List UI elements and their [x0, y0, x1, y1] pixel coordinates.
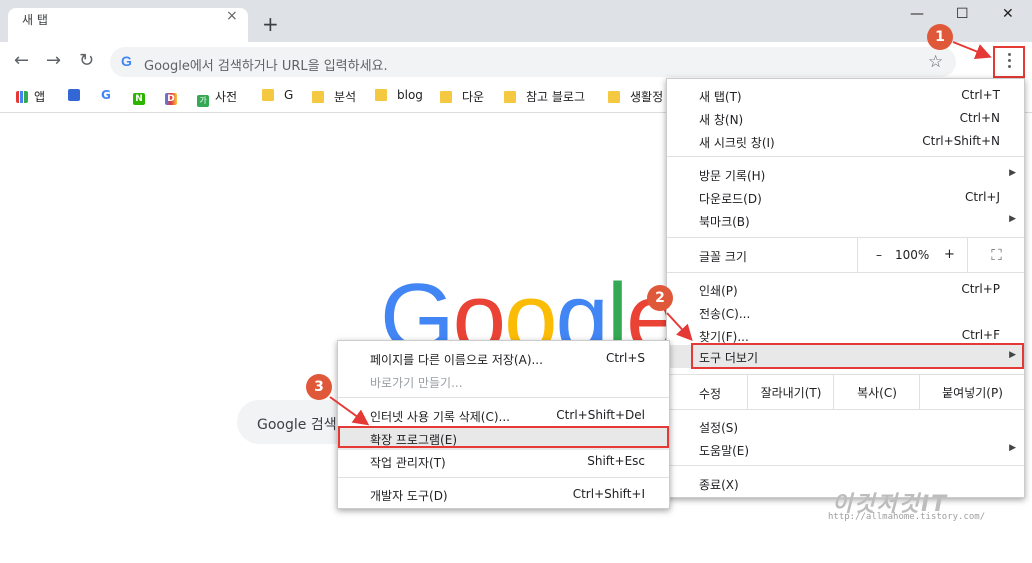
- step-badge-2: 2: [647, 285, 673, 311]
- step-badge-1: 1: [927, 24, 953, 50]
- arrow-step2: [666, 312, 693, 341]
- step-badge-3: 3: [306, 374, 332, 400]
- annotation-arrows: [329, 41, 992, 426]
- arrow-step1: [952, 41, 992, 59]
- arrow-step3: [329, 396, 370, 426]
- watermark-url: http://allmahome.tistory.com/: [828, 512, 986, 522]
